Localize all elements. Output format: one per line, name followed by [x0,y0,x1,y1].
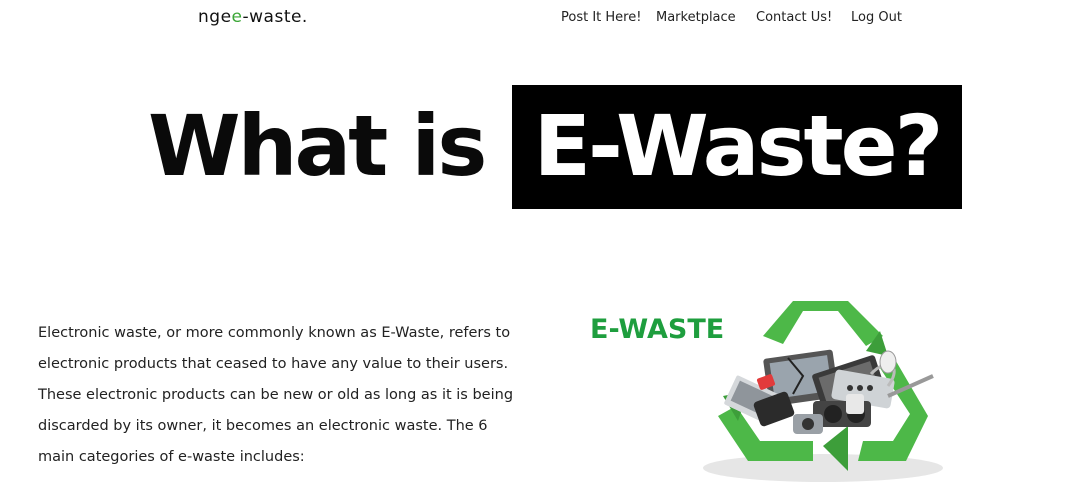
intro-line: main categories of e-waste includes: [38,449,305,465]
hero-heading: What is E-Waste? [148,85,963,209]
ewaste-illustration: E-WASTE [588,296,948,483]
nav-link-marketplace[interactable]: Marketplace [656,10,736,25]
nav-link-log-out[interactable]: Log Out [851,10,902,25]
intro-line: discarded by its owner, it becomes an el… [38,418,488,434]
intro-line: These electronic products can be new or … [38,387,514,403]
illustration-caption: E-WASTE [590,314,724,345]
nav-link-post-it-here[interactable]: Post It Here! [561,10,641,25]
top-nav: Post It Here! Marketplace Contact Us! Lo… [0,10,1079,30]
intro-paragraph: Electronic waste, or more commonly known… [38,318,538,473]
recycle-electronics-icon: E-WASTE [590,301,943,482]
hero-heading-highlight: E-Waste? [512,85,962,209]
hero-heading-plain: What is [148,97,487,195]
intro-line: electronic products that ceased to have … [38,356,509,372]
nav-link-contact-us[interactable]: Contact Us! [756,10,832,25]
intro-line: Electronic waste, or more commonly known… [38,325,511,341]
